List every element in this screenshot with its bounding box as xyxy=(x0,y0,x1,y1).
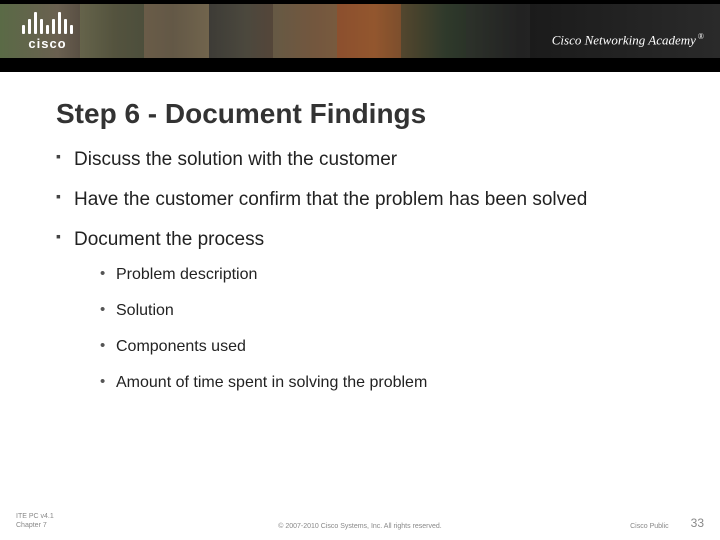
footer-public: Cisco Public xyxy=(630,523,669,530)
academy-branding: Cisco Networking Academy® xyxy=(552,32,704,48)
academy-text: Cisco Networking Academy xyxy=(552,32,696,47)
slide-content: Step 6 - Document Findings Discuss the s… xyxy=(56,98,664,409)
footer-left: ITE PC v4.1 Chapter 7 xyxy=(16,513,54,530)
bullet-item: Document the process Problem description… xyxy=(56,228,664,394)
footer-course-code: ITE PC v4.1 xyxy=(16,513,54,521)
bullet-item: Discuss the solution with the customer xyxy=(56,148,664,172)
bullet-list: Discuss the solution with the customer H… xyxy=(56,148,664,393)
sub-bullet-item: Components used xyxy=(100,337,664,357)
header-bottom-bar xyxy=(0,58,720,72)
registered-mark: ® xyxy=(698,32,704,41)
sub-bullet-list: Problem description Solution Components … xyxy=(100,265,664,393)
bullet-text: Have the customer confirm that the probl… xyxy=(74,189,587,210)
bullet-text: Document the process xyxy=(74,229,264,250)
footer-right: Cisco Public 33 xyxy=(630,516,704,530)
sub-bullet-text: Amount of time spent in solving the prob… xyxy=(116,374,427,391)
sub-bullet-item: Problem description xyxy=(100,265,664,285)
cisco-logo: cisco xyxy=(22,8,73,51)
slide-footer: ITE PC v4.1 Chapter 7 © 2007-2010 Cisco … xyxy=(0,513,720,530)
slide-number: 33 xyxy=(691,516,704,530)
slide-header: cisco Cisco Networking Academy® xyxy=(0,0,720,72)
footer-copyright: © 2007-2010 Cisco Systems, Inc. All righ… xyxy=(278,523,442,530)
footer-chapter: Chapter 7 xyxy=(16,522,54,530)
cisco-logo-text: cisco xyxy=(28,36,66,51)
bullet-text: Discuss the solution with the customer xyxy=(74,149,397,170)
sub-bullet-item: Amount of time spent in solving the prob… xyxy=(100,373,664,393)
slide: cisco Cisco Networking Academy® Step 6 -… xyxy=(0,0,720,540)
bullet-item: Have the customer confirm that the probl… xyxy=(56,188,664,212)
sub-bullet-item: Solution xyxy=(100,301,664,321)
sub-bullet-text: Solution xyxy=(116,302,174,319)
cisco-logo-bars-icon xyxy=(22,8,73,34)
slide-title: Step 6 - Document Findings xyxy=(56,98,664,130)
header-faces-strip xyxy=(80,4,530,58)
sub-bullet-text: Problem description xyxy=(116,266,257,283)
sub-bullet-text: Components used xyxy=(116,338,246,355)
